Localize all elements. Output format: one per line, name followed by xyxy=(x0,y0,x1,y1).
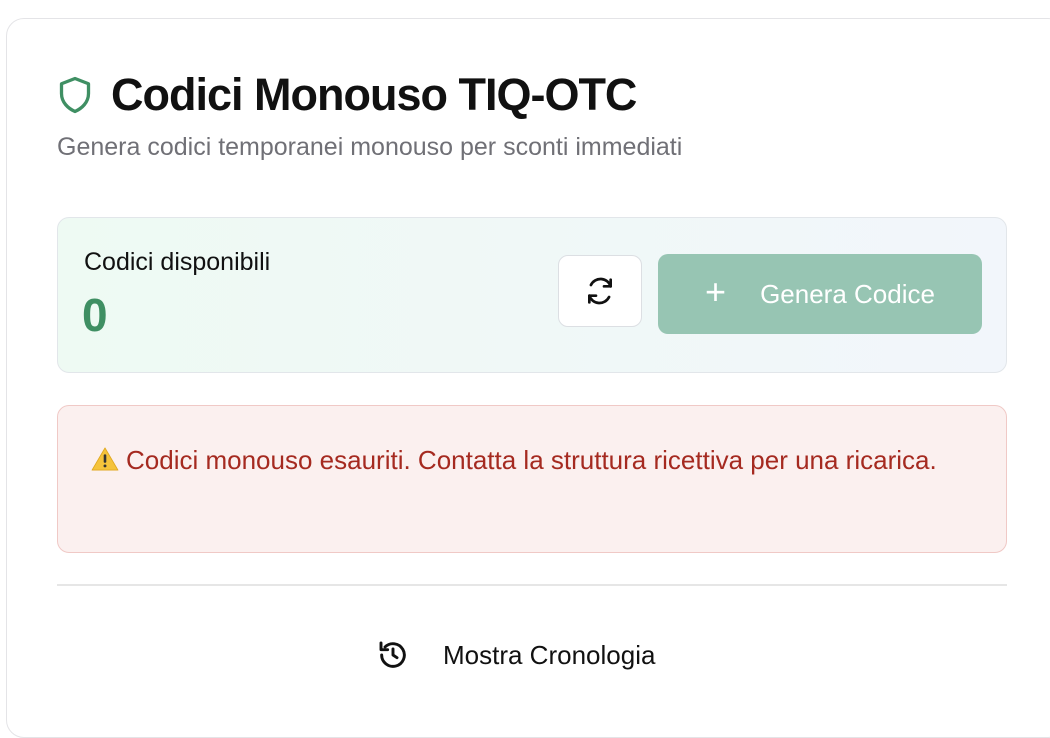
card-header: Codici Monouso TIQ-OTC xyxy=(57,69,637,121)
plus-icon: + xyxy=(705,271,727,312)
show-history-button[interactable]: Mostra Cronologia xyxy=(377,639,655,671)
otc-card: Codici Monouso TIQ-OTC Genera codici tem… xyxy=(6,18,1050,738)
divider xyxy=(57,584,1007,586)
page-title: Codici Monouso TIQ-OTC xyxy=(111,69,637,120)
warning-icon xyxy=(90,442,120,471)
refresh-button[interactable] xyxy=(558,255,642,327)
generate-code-button[interactable]: + Genera Codice xyxy=(658,254,982,334)
history-icon xyxy=(377,639,409,671)
alert-message: Codici monouso esauriti. Contatta la str… xyxy=(126,445,937,475)
codes-exhausted-alert: Codici monouso esauriti. Contatta la str… xyxy=(57,405,1007,553)
available-codes-count: 0 xyxy=(82,289,108,341)
generate-code-label: Genera Codice xyxy=(760,278,935,309)
available-codes-label: Codici disponibili xyxy=(84,248,271,276)
page-subtitle: Genera codici temporanei monouso per sco… xyxy=(57,133,683,161)
refresh-icon xyxy=(584,275,616,307)
show-history-label: Mostra Cronologia xyxy=(443,639,656,670)
available-codes-panel: Codici disponibili 0 + Genera Codice xyxy=(57,217,1007,373)
shield-icon xyxy=(57,75,93,115)
